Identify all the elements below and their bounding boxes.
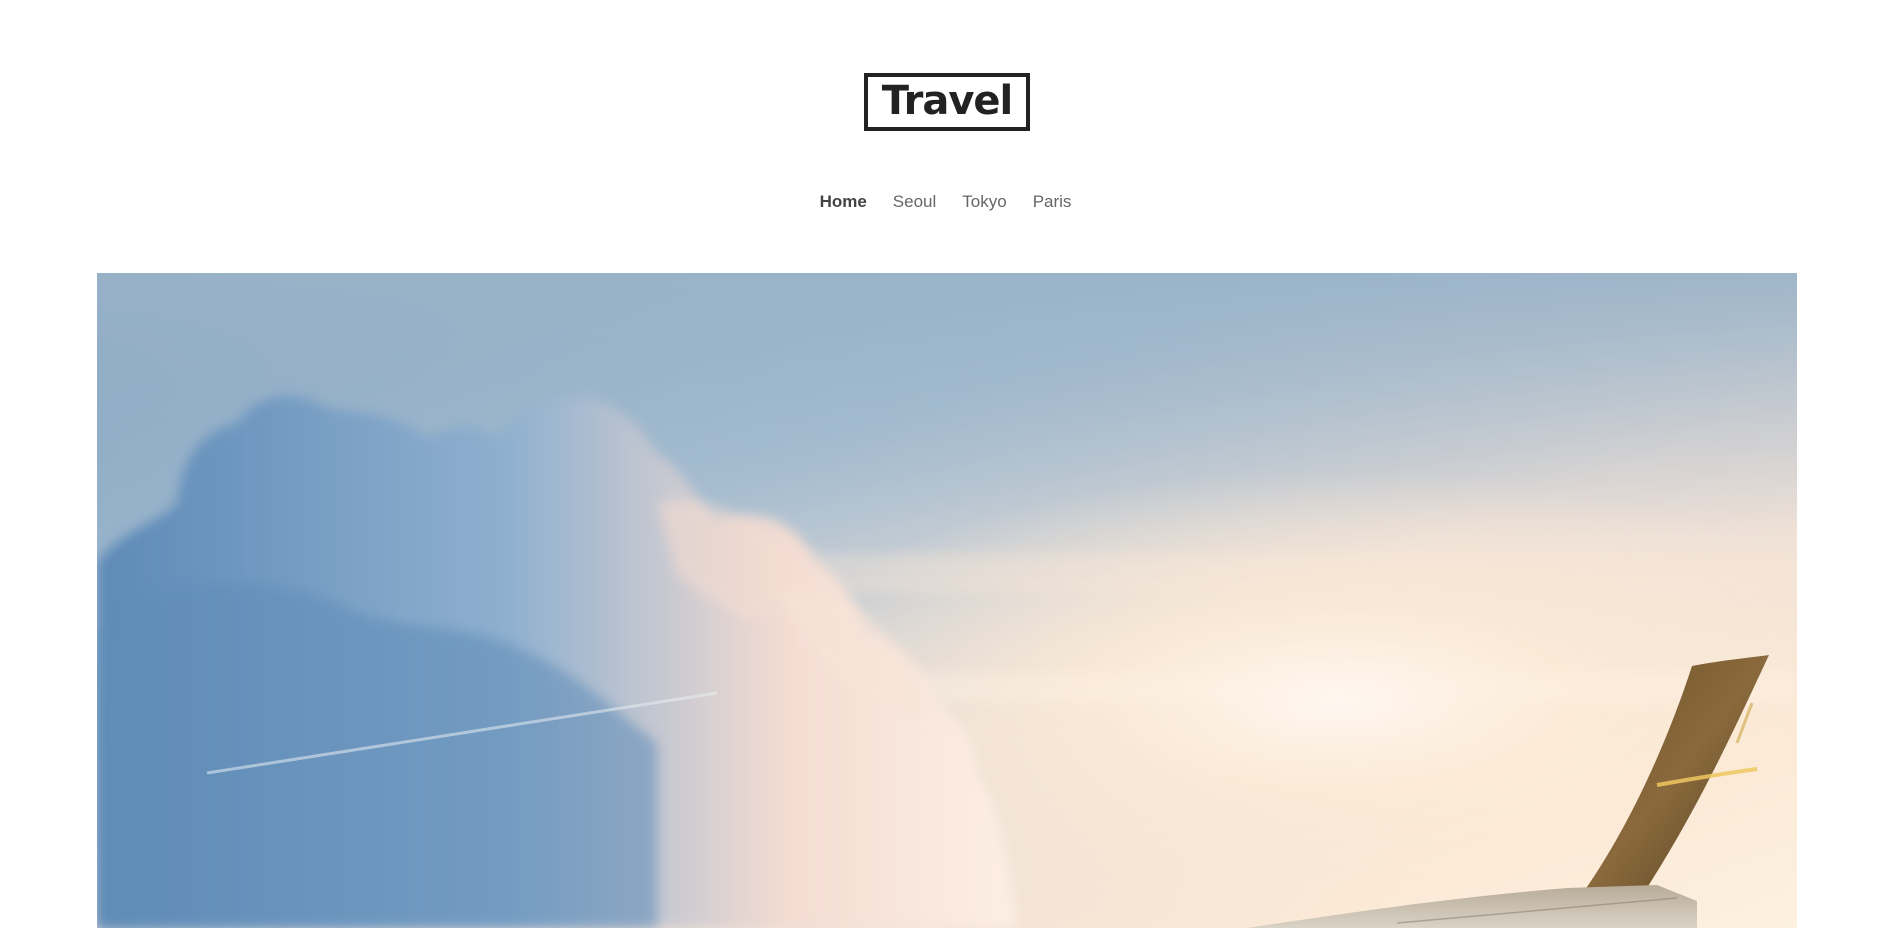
nav-item-paris[interactable]: Paris xyxy=(1020,191,1085,213)
site-logo-text: Travel xyxy=(881,78,1014,124)
page: Travel Home Seoul Tokyo Paris xyxy=(0,0,1891,928)
main-nav: Home Seoul Tokyo Paris xyxy=(0,191,1891,213)
nav-item-tokyo[interactable]: Tokyo xyxy=(949,191,1019,213)
nav-item-seoul[interactable]: Seoul xyxy=(880,191,949,213)
hero-image xyxy=(97,273,1797,928)
hero-illustration xyxy=(97,273,1797,928)
nav-item-home[interactable]: Home xyxy=(807,191,880,213)
site-logo[interactable]: Travel xyxy=(864,73,1030,131)
site-header: Travel Home Seoul Tokyo Paris xyxy=(0,0,1891,273)
